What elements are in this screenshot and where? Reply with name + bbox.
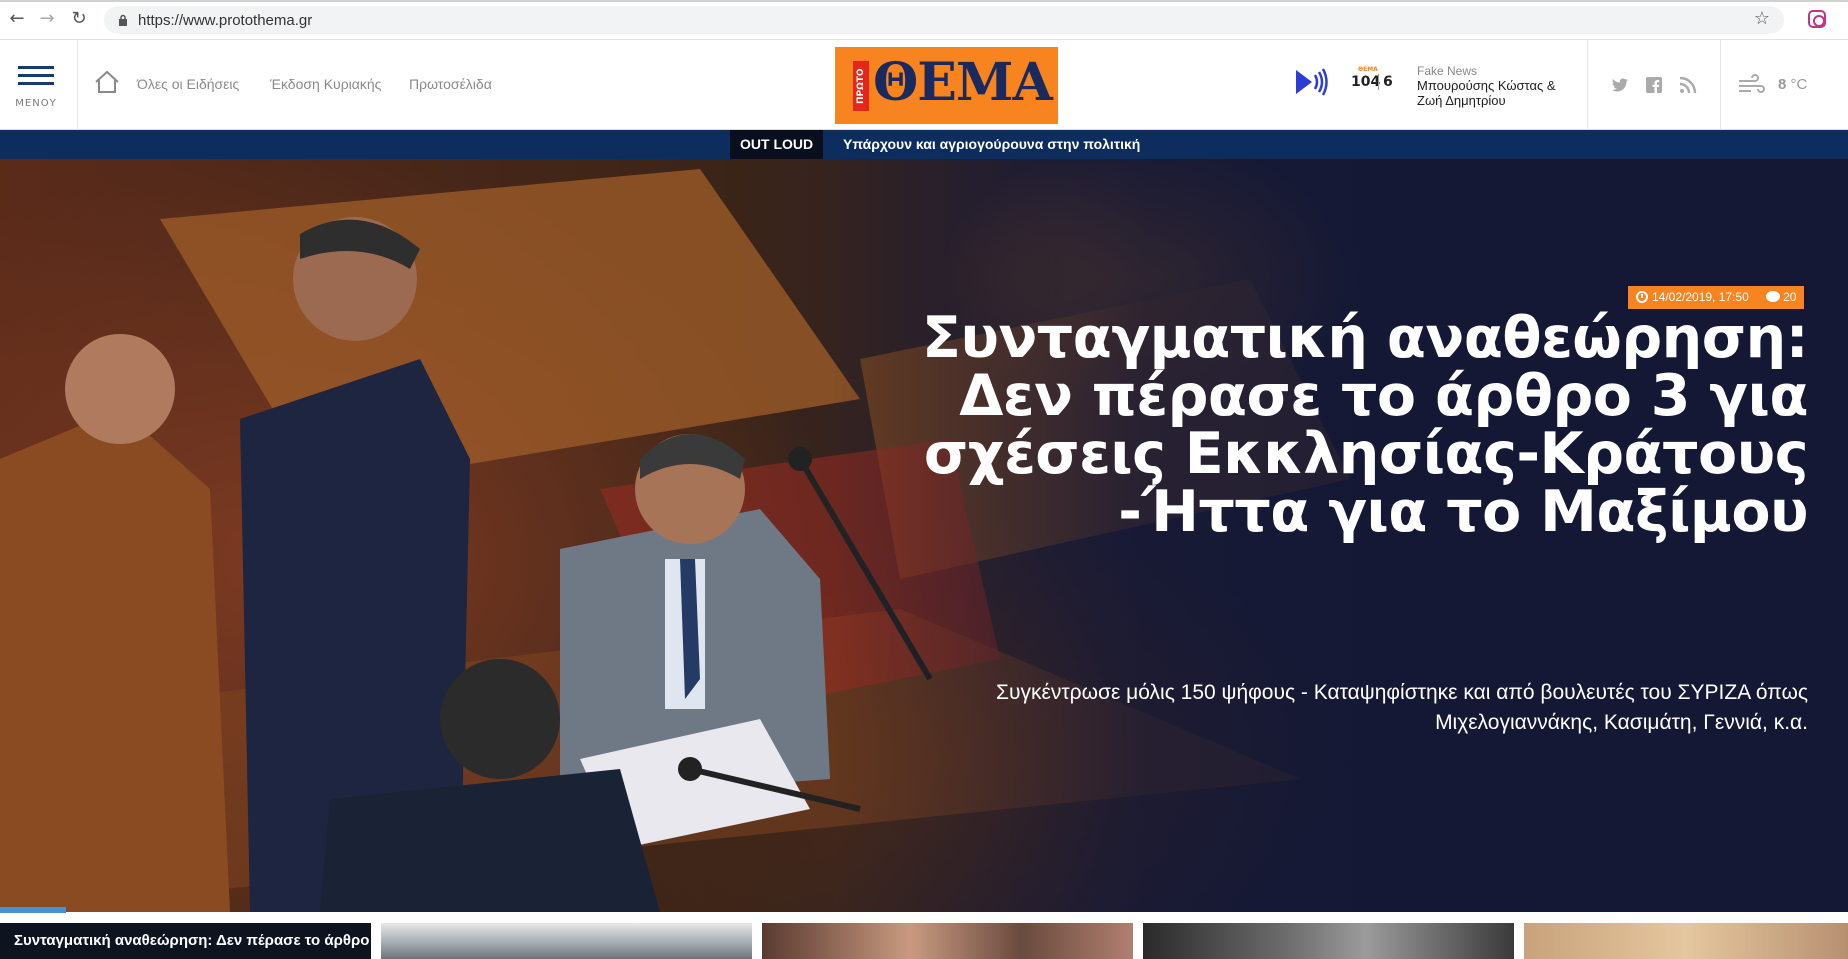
radio-separator	[1378, 74, 1379, 90]
forward-arrow-icon[interactable]: →	[36, 8, 58, 30]
logo-thema-text: ΘΕΜΑ	[873, 52, 1053, 113]
news-card[interactable]: Συνταγματική αναθεώρηση: Δεν πέρασε το ά…	[0, 923, 371, 959]
nav-sunday-edition[interactable]: Έκδοση Κυριακής	[270, 76, 381, 92]
nav-front-pages[interactable]: Πρωτοσέλιδα	[409, 76, 492, 92]
tab-strip-edge	[0, 0, 1848, 2]
divider	[1720, 40, 1721, 130]
radio-brand-small: ΘΕΜΑ	[1358, 66, 1378, 73]
news-card-image[interactable]	[1143, 923, 1514, 959]
radio-station-logo[interactable]: ΘΕΜΑ 104 6	[1346, 64, 1394, 100]
out-loud-tag[interactable]: OUT LOUD	[730, 130, 824, 159]
temperature-value: 8	[1778, 76, 1787, 93]
now-playing-label: Fake News	[1417, 64, 1478, 78]
site-header: ΜΕΝΟΥ Όλες οι Ειδήσεις Έκδοση Κυριακής Π…	[0, 40, 1848, 130]
address-bar[interactable]: https://www.protothema.gr ☆	[104, 6, 1784, 34]
news-card-image[interactable]	[381, 923, 752, 959]
hero-article[interactable]: 14/02/2019, 17:50 20 Συνταγματική αναθεώ…	[0, 159, 1848, 912]
hero-headline[interactable]: Συνταγματική αναθεώρηση: Δεν πέρασε το ά…	[908, 309, 1808, 541]
menu-button[interactable]: ΜΕΝΟΥ	[0, 40, 78, 130]
news-card-image[interactable]	[762, 923, 1133, 959]
nav-all-news[interactable]: Όλες οι Ειδήσεις	[137, 76, 239, 92]
news-card-image[interactable]	[1524, 923, 1848, 959]
menu-label: ΜΕΝΟΥ	[15, 98, 57, 109]
reload-icon[interactable]: ↻	[68, 8, 90, 30]
lock-icon	[119, 14, 127, 26]
twitter-icon[interactable]	[1611, 76, 1629, 94]
temperature: 8 °C	[1778, 76, 1807, 93]
facebook-icon[interactable]	[1645, 76, 1663, 94]
article-datetime: 14/02/2019, 17:50	[1652, 290, 1749, 304]
wind-weather-icon	[1739, 74, 1765, 93]
browser-toolbar: ← → ↻ https://www.protothema.gr ☆	[0, 0, 1848, 40]
hero-subtitle: Συγκέντρωσε μόλις 150 ψήφους - Καταψηφίσ…	[996, 681, 1808, 734]
clock-icon	[1636, 291, 1648, 303]
news-carousel: Συνταγματική αναθεώρηση: Δεν πέρασε το ά…	[0, 913, 1848, 959]
home-icon[interactable]	[94, 70, 120, 94]
out-loud-headline[interactable]: Υπάρχουν και αγριογούρουνα στην πολιτική	[843, 130, 1140, 159]
news-card-title[interactable]: Συνταγματική αναθεώρηση: Δεν πέρασε το ά…	[14, 931, 371, 951]
now-playing-title[interactable]: Μπουρούσης Κώστας & Ζωή Δημητρίου	[1417, 78, 1577, 108]
hamburger-icon-bar	[18, 82, 54, 85]
bookmark-star-icon[interactable]: ☆	[1754, 8, 1770, 29]
site-logo[interactable]: ΠΡΩΤΟ ΘΕΜΑ	[835, 47, 1058, 124]
speaker-play-icon[interactable]	[1292, 64, 1328, 100]
temperature-unit: °C	[1790, 76, 1808, 93]
radio-frequency-decimal: 6	[1383, 74, 1393, 90]
comment-icon	[1766, 291, 1781, 302]
instagram-extension-icon[interactable]	[1808, 10, 1826, 28]
rss-icon[interactable]	[1679, 76, 1697, 94]
logo-proto-text: ΠΡΩΤΟ	[853, 61, 869, 111]
back-arrow-icon[interactable]: ←	[6, 8, 28, 30]
divider	[1587, 40, 1588, 130]
hamburger-icon	[18, 66, 54, 69]
out-loud-strip: OUT LOUD Υπάρχουν και αγριογούρουνα στην…	[0, 130, 1848, 159]
radio-frequency: 104	[1351, 74, 1381, 90]
url-text: https://www.protothema.gr	[138, 12, 313, 29]
hamburger-icon-bar	[18, 74, 54, 77]
comment-count[interactable]: 20	[1783, 290, 1796, 304]
